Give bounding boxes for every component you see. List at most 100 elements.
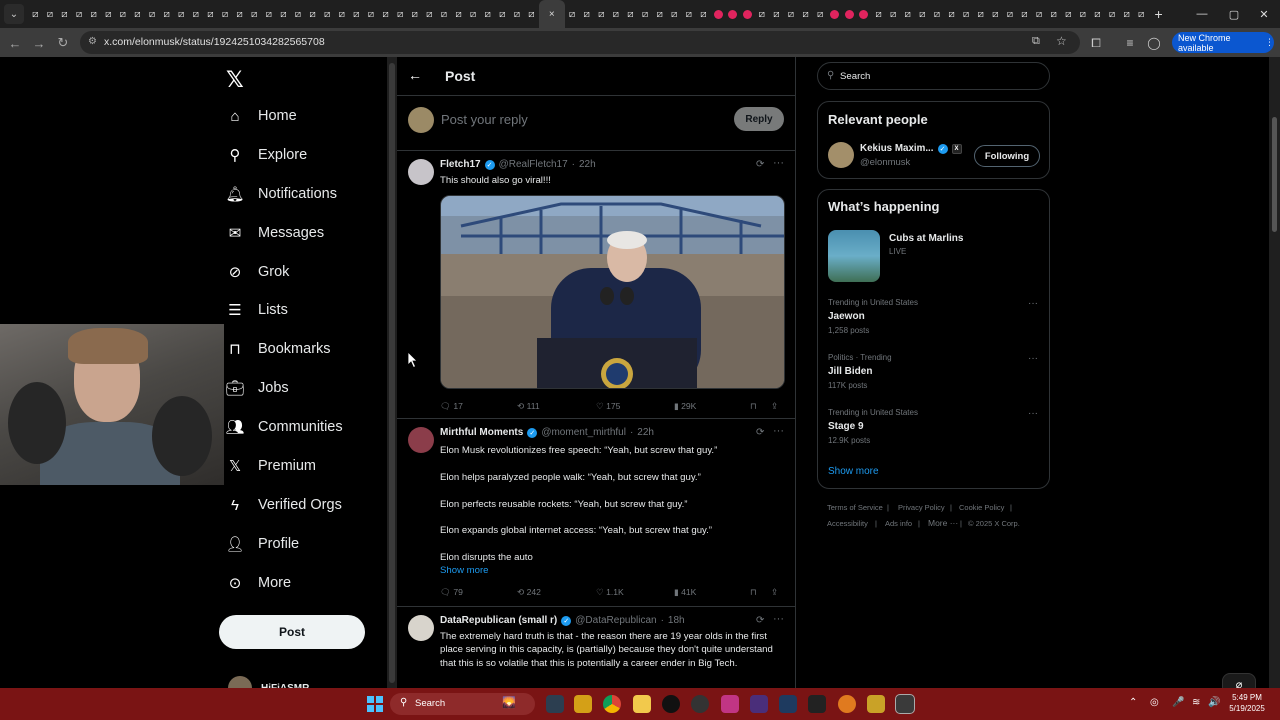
tab-x-icon[interactable]: ⧄ (305, 0, 320, 28)
tab-x-icon[interactable]: ⧄ (959, 0, 974, 28)
trend-item[interactable]: Politics · Trending Jill Biden 117K post… (828, 353, 1043, 390)
tab-x-icon[interactable]: ⧄ (623, 0, 638, 28)
tab-youtube-icon[interactable] (842, 0, 857, 28)
share-icon[interactable]: ⇪ (771, 401, 778, 412)
tab-youtube-icon[interactable] (827, 0, 842, 28)
active-tab-close-icon[interactable]: × (538, 0, 565, 28)
wifi-icon[interactable]: ≋ (1192, 697, 1200, 708)
footer-more-link[interactable]: More ··· (928, 518, 958, 528)
app-icon-orange[interactable] (838, 695, 856, 713)
tab-x-icon[interactable]: ⧄ (291, 0, 306, 28)
new-chrome-available-button[interactable]: New Chrome available ⋮ (1172, 32, 1274, 53)
author-handle[interactable]: @moment_mirthful (541, 427, 626, 438)
tab-x-icon[interactable]: ⧄ (1046, 0, 1061, 28)
footer-terms-link[interactable]: Terms of Service (827, 503, 883, 512)
event-thumbnail[interactable] (828, 230, 880, 282)
tab-x-icon[interactable]: ⧄ (276, 0, 291, 28)
close-window-button[interactable]: ✕ (1248, 0, 1280, 28)
post-item[interactable]: Fletch17 ✓ @RealFletch17 · 22h ⟳ ··· Thi… (397, 151, 795, 419)
bookmark-icon[interactable]: ⊓ (750, 587, 757, 598)
more-options-icon[interactable]: ··· (1028, 353, 1038, 364)
tab-x-icon[interactable]: ⧄ (451, 0, 466, 28)
tab-x-icon[interactable]: ⧄ (364, 0, 379, 28)
post-item[interactable]: Mirthful Moments ✓ @moment_mirthful · 22… (397, 419, 795, 607)
tab-x-icon[interactable]: ⧄ (130, 0, 145, 28)
task-view-icon[interactable] (546, 695, 564, 713)
more-options-icon[interactable]: ··· (1028, 298, 1038, 309)
author-name[interactable]: Mirthful Moments (440, 427, 523, 438)
tab-x-icon[interactable]: ⧄ (1119, 0, 1134, 28)
tab-x-icon[interactable]: ⧄ (1032, 0, 1047, 28)
tab-x-icon[interactable]: ⧄ (116, 0, 131, 28)
back-arrow-icon[interactable]: ← (408, 67, 422, 83)
tab-search-dropdown[interactable]: ⌄ (4, 4, 24, 24)
reply-input[interactable]: Post your reply (441, 112, 528, 127)
footer-cookie-link[interactable]: Cookie Policy (959, 503, 1004, 512)
tab-x-icon[interactable]: ⧄ (652, 0, 667, 28)
kebab-menu-icon[interactable]: ⋮ (1265, 37, 1274, 48)
site-info-icon[interactable]: ⚙ (88, 36, 97, 47)
tab-x-icon[interactable]: ⧄ (682, 0, 697, 28)
tab-x-icon[interactable]: ⧄ (349, 0, 364, 28)
avatar[interactable] (828, 142, 854, 168)
file-explorer-icon[interactable] (633, 695, 651, 713)
tab-x-icon[interactable]: ⧄ (1076, 0, 1091, 28)
nav-item-bookmarks[interactable]: ⊓ Bookmarks (226, 334, 330, 364)
maximize-button[interactable]: ▢ (1218, 0, 1250, 28)
tab-x-icon[interactable]: ⧄ (437, 0, 452, 28)
media-icon[interactable]: ≡ (1122, 35, 1138, 51)
post-item[interactable]: DataRepublican (small r) ✓ @DataRepublic… (397, 607, 795, 688)
taskbar-search[interactable]: ⚲ Search 🌄 (390, 693, 535, 715)
tab-x-icon[interactable]: ⧄ (203, 0, 218, 28)
forward-icon[interactable]: → (30, 34, 48, 52)
footer-privacy-link[interactable]: Privacy Policy (898, 503, 945, 512)
bookmark-icon[interactable]: ⊓ (750, 401, 757, 412)
more-options-icon[interactable]: ··· (773, 425, 784, 437)
person-name[interactable]: Kekius Maxim... (860, 143, 934, 154)
tab-x-icon[interactable]: ⧄ (609, 0, 624, 28)
obs-icon[interactable] (691, 695, 709, 713)
tab-x-icon[interactable]: ⧄ (510, 0, 525, 28)
tab-x-icon[interactable]: ⧄ (145, 0, 160, 28)
tab-x-icon[interactable]: ⧄ (1003, 0, 1018, 28)
tab-x-icon[interactable]: ⧄ (871, 0, 886, 28)
store-icon[interactable] (574, 695, 592, 713)
avatar[interactable] (408, 615, 434, 641)
tab-x-icon[interactable]: ⧄ (667, 0, 682, 28)
search-input[interactable]: Search (840, 71, 870, 82)
tab-x-icon[interactable]: ⧄ (594, 0, 609, 28)
more-options-icon[interactable]: ··· (773, 157, 784, 169)
tab-x-icon[interactable]: ⧄ (1017, 0, 1032, 28)
grok-icon[interactable]: ⟳ (756, 427, 764, 438)
minimize-button[interactable]: — (1186, 0, 1218, 28)
system-clock[interactable]: 5:49 PM 5/19/2025 (1222, 692, 1272, 714)
tab-x-icon[interactable]: ⧄ (696, 0, 711, 28)
tab-youtube-icon[interactable] (740, 0, 755, 28)
app-icon-new[interactable] (750, 695, 768, 713)
tab-x-icon[interactable]: ⧄ (422, 0, 437, 28)
tab-youtube-icon[interactable] (857, 0, 872, 28)
tab-x-icon[interactable]: ⧄ (218, 0, 233, 28)
tab-x-icon[interactable]: ⧄ (944, 0, 959, 28)
tab-x-icon[interactable]: ⧄ (755, 0, 770, 28)
tab-x-icon[interactable]: ⧄ (524, 0, 539, 28)
tab-x-icon[interactable]: ⧄ (900, 0, 915, 28)
avatar[interactable] (408, 427, 434, 453)
volume-icon[interactable]: 🔊 (1208, 697, 1220, 708)
tab-x-icon[interactable]: ⧄ (393, 0, 408, 28)
nav-item-notifications[interactable]: 🔔︎ Notifications (225, 179, 337, 209)
x-logo-icon[interactable]: 𝕏 (226, 67, 244, 93)
epic-games-icon[interactable] (808, 695, 826, 713)
grok-icon[interactable]: ⟳ (756, 159, 764, 170)
nav-item-jobs[interactable]: 💼︎ Jobs (225, 373, 288, 403)
person-handle[interactable]: @elonmusk (860, 157, 910, 168)
repost-action[interactable]: ⟲ 242 (517, 587, 541, 598)
page-scrollbar[interactable] (1269, 57, 1280, 688)
tab-x-icon[interactable]: ⧄ (988, 0, 1003, 28)
app-icon-blue[interactable] (779, 695, 797, 713)
reload-icon[interactable]: ↻ (54, 34, 72, 52)
left-scrollbar[interactable] (387, 57, 397, 688)
reply-action[interactable]: 🗨 17 (440, 401, 463, 412)
author-handle[interactable]: @DataRepublican (575, 615, 656, 626)
tab-x-icon[interactable]: ⧄ (466, 0, 481, 28)
